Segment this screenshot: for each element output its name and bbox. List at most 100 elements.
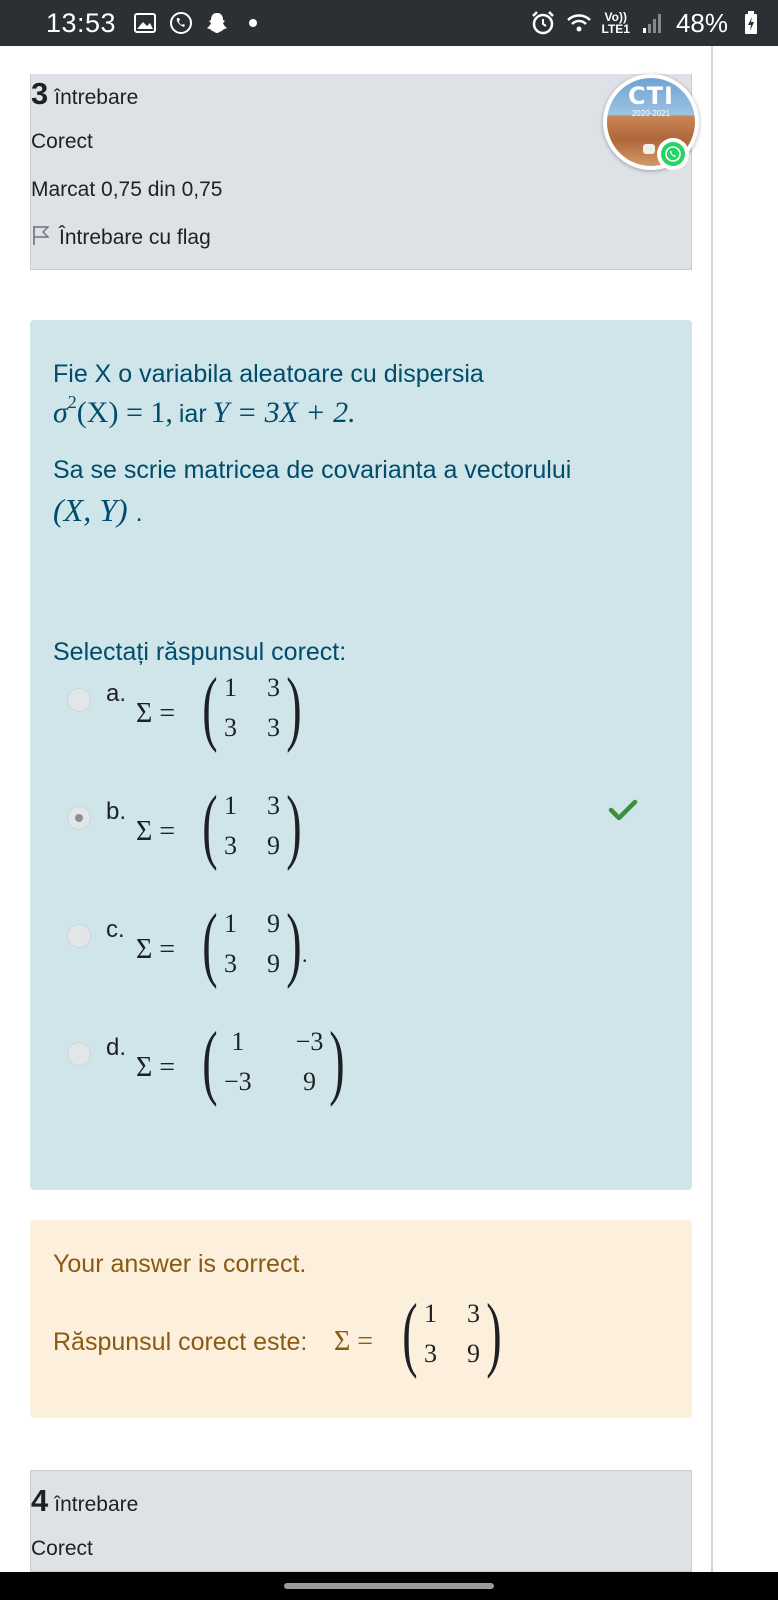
- feedback-box: Your answer is correct. Răspunsul corect…: [30, 1220, 692, 1418]
- network-lte: LTE1: [601, 22, 630, 36]
- flag-label: Întrebare cu flag: [59, 225, 211, 249]
- option-letter: a.: [106, 680, 127, 707]
- matrix-cell: 3: [223, 949, 237, 978]
- option-radio[interactable]: [67, 1042, 91, 1066]
- option-letter: c.: [106, 916, 125, 943]
- answer-option-b[interactable]: b. Σ = (1 3 3 9): [30, 784, 692, 900]
- battery-percent: 48%: [675, 7, 728, 38]
- whatsapp-icon: [168, 10, 194, 36]
- notification-dot-icon: [240, 10, 266, 36]
- question-status-next: Corect: [31, 1537, 93, 1560]
- option-matrix: (1 9 3 9).: [196, 902, 307, 986]
- question-info-card-next: 4 întrebare Corect: [30, 1470, 692, 1572]
- matrix-right-paren: ): [329, 1015, 346, 1108]
- question-vector: (X, Y) .: [53, 492, 143, 529]
- matrix-cell: 3: [266, 791, 280, 820]
- answer-option-c[interactable]: c. Σ = (1 9 3 9).: [30, 902, 692, 1018]
- flag-question-button[interactable]: Întrebare cu flag: [31, 224, 211, 251]
- formula-eq2: Y = 3X + 2.: [212, 396, 356, 429]
- matrix-cell: 1: [223, 673, 237, 702]
- option-radio[interactable]: [67, 688, 91, 712]
- option-sigma: Σ =: [136, 934, 176, 965]
- avatar-figure: [643, 144, 655, 154]
- matrix-cell: −3: [295, 1027, 324, 1056]
- matrix-cell: 3: [266, 673, 280, 702]
- matrix-cell: 3: [266, 713, 280, 742]
- answer-option-d[interactable]: d. Σ =(1 −3 −3 9): [30, 1020, 692, 1136]
- status-bar: 13:53 Vo)) LTE1 48%: [0, 0, 778, 46]
- question-word-next: întrebare: [54, 1493, 139, 1516]
- matrix-right-paren: ): [286, 661, 302, 754]
- matrix-cell: 9: [266, 831, 280, 860]
- matrix-left-paren: (: [202, 1015, 218, 1108]
- battery-charging-icon: [738, 10, 764, 36]
- avatar-subtext: 2020-2021: [631, 109, 671, 118]
- signal-icon: [640, 10, 666, 36]
- matrix-cell: 1: [223, 791, 237, 820]
- matrix-left-paren: (: [402, 1287, 418, 1380]
- snapchat-icon: [204, 10, 230, 36]
- home-gesture-handle[interactable]: [284, 1583, 494, 1589]
- matrix-grid: 1939: [224, 909, 280, 979]
- vector-xy: (X, Y): [53, 492, 128, 528]
- matrix-right-paren: ): [286, 779, 302, 872]
- question-text-line2: Sa se scrie matricea de covarianta a vec…: [53, 456, 572, 484]
- matrix-grid: 1 3 3 9: [424, 1299, 480, 1369]
- question-number-next: 4: [31, 1483, 49, 1518]
- avatar-text: CTI: [628, 82, 674, 110]
- matrix-suffix: .: [301, 942, 308, 967]
- matrix-cell: 3: [423, 1339, 437, 1368]
- matrix-grid: 1339: [224, 791, 280, 861]
- feedback-matrix: ( 1 3 3 9 ): [396, 1292, 508, 1376]
- question-status: Corect: [31, 130, 93, 153]
- matrix-cell: 9: [466, 1339, 480, 1368]
- option-sigma: Σ =: [136, 816, 176, 847]
- matrix-cell: −3: [223, 1067, 252, 1096]
- option-sigma: Σ =: [136, 698, 176, 729]
- question-formulation: Fie X o variabila aleatoare cu dispersia…: [30, 320, 692, 1190]
- option-matrix: (1 3 3 9): [196, 784, 302, 868]
- option-letter: b.: [106, 798, 127, 825]
- question-mark: Marcat 0,75 din 0,75: [31, 178, 223, 201]
- alarm-icon: [530, 10, 556, 36]
- option-matrix: (1 −3 −3 9): [196, 1020, 345, 1104]
- matrix-cell: 3: [466, 1299, 480, 1328]
- matrix-grid: 1 −3 −3 9: [224, 1027, 323, 1097]
- matrix-cell: 3: [223, 831, 237, 860]
- question-header: 3 întrebare: [31, 76, 138, 112]
- question-text-line1: Fie X o variabila aleatoare cu dispersia: [53, 360, 484, 388]
- feedback-answer-label: Răspunsul corect este:: [53, 1328, 308, 1356]
- formula-exponent: 2: [67, 392, 77, 412]
- option-radio[interactable]: [67, 924, 91, 948]
- matrix-right-paren: ): [486, 1287, 502, 1380]
- gallery-icon: [132, 10, 158, 36]
- matrix-left-paren: (: [202, 661, 218, 754]
- option-radio[interactable]: [67, 806, 91, 830]
- correct-check-icon: [608, 798, 638, 827]
- question-word: întrebare: [54, 86, 139, 109]
- feedback-sigma: Σ =: [334, 1326, 374, 1357]
- wifi-icon: [566, 10, 592, 36]
- matrix-cell: 9: [302, 1067, 316, 1096]
- formula-sigma: σ: [53, 396, 68, 429]
- formula-iar: iar: [178, 400, 207, 428]
- matrix-grid: 1333: [224, 673, 280, 743]
- answer-option-a[interactable]: a. Σ = (1 3 3 3): [30, 666, 692, 782]
- matrix-right-paren: ): [286, 897, 302, 990]
- matrix-cell: 3: [223, 713, 237, 742]
- question-formula: σ 2 (X) = 1, iar Y = 3X + 2.: [53, 392, 356, 430]
- matrix-cell: 9: [266, 909, 280, 938]
- matrix-left-paren: (: [202, 779, 218, 872]
- option-matrix: (1 3 3 3): [196, 666, 302, 750]
- question-info-card: 3 întrebare Corect Marcat 0,75 din 0,75 …: [30, 74, 699, 270]
- question-number: 3: [31, 76, 49, 111]
- matrix-cell: 1: [231, 1027, 245, 1056]
- question-header-next: 4 întrebare: [31, 1483, 138, 1519]
- option-sigma: Σ =: [136, 1052, 176, 1083]
- page-scroll-divider: [711, 46, 713, 1572]
- vector-dot: .: [135, 499, 143, 527]
- whatsapp-badge-icon[interactable]: [657, 138, 689, 170]
- android-nav-bar: [0, 1572, 778, 1600]
- network-type: Vo)) LTE1: [602, 11, 630, 35]
- answer-prompt: Selectați răspunsul corect:: [53, 638, 347, 666]
